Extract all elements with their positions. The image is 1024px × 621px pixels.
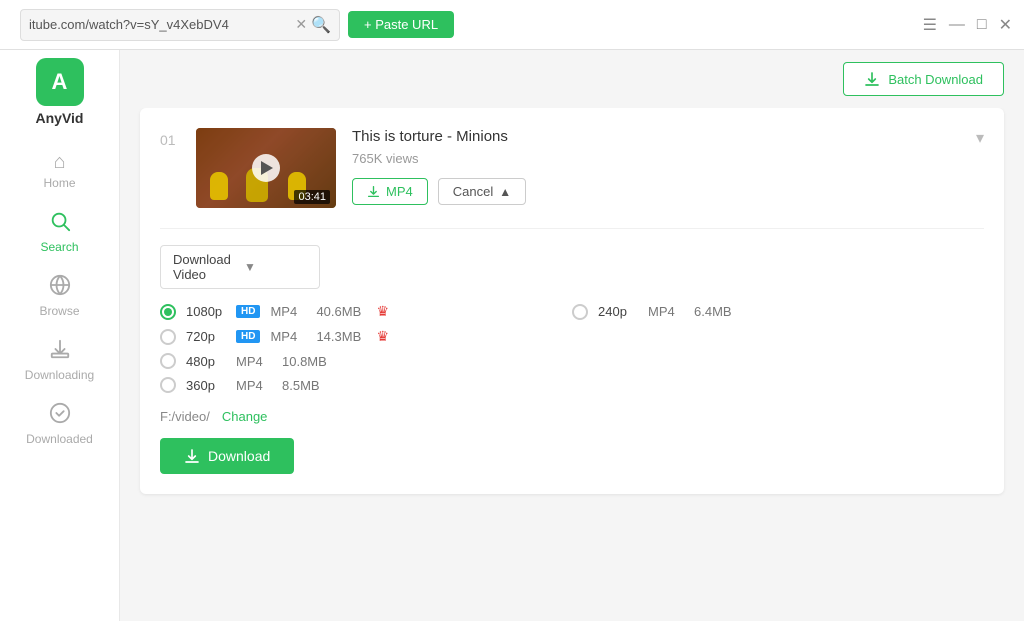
- quality-size-240p: 6.4MB: [694, 304, 744, 319]
- dropdown-arrow-icon: ▼: [244, 260, 307, 274]
- hd-badge-720p: HD: [236, 330, 260, 343]
- content-area: 01 03: [120, 108, 1024, 621]
- video-views: 765K views: [352, 151, 960, 166]
- downloaded-label: Downloaded: [26, 432, 93, 446]
- quality-format-240p: MP4: [648, 304, 684, 319]
- quality-size-480p: 10.8MB: [282, 354, 332, 369]
- logo-area: A AnyVid: [36, 58, 84, 126]
- quality-grid: 1080p HD MP4 40.6MB ♛ 240p MP4 6.4MB: [160, 303, 984, 393]
- search-url-icon[interactable]: 🔍: [311, 15, 331, 35]
- sidebar-item-browse[interactable]: Browse: [0, 264, 119, 328]
- paste-url-button[interactable]: + Paste URL: [348, 11, 454, 38]
- download-btn-icon: [184, 448, 200, 464]
- quality-row-360p[interactable]: 360p MP4 8.5MB: [160, 377, 572, 393]
- maximize-icon[interactable]: □: [977, 16, 987, 34]
- url-text: itube.com/watch?v=sY_v4XebDV4: [29, 17, 291, 32]
- save-path-text: F:/video/: [160, 409, 210, 424]
- logo-letter: A: [52, 69, 68, 95]
- quality-row-1080p[interactable]: 1080p HD MP4 40.6MB ♛: [160, 303, 572, 320]
- cancel-label: Cancel: [453, 184, 493, 199]
- quality-row-720p[interactable]: 720p HD MP4 14.3MB ♛: [160, 328, 572, 345]
- sidebar: A AnyVid ⌂ Home Search B: [0, 50, 120, 621]
- sidebar-item-downloaded[interactable]: Downloaded: [0, 392, 119, 456]
- url-bar[interactable]: itube.com/watch?v=sY_v4XebDV4 ✕ 🔍: [20, 9, 340, 41]
- radio-1080p[interactable]: [160, 304, 176, 320]
- download-small-icon: [367, 185, 380, 198]
- card-chevron-icon[interactable]: ▾: [976, 128, 984, 148]
- video-info: This is torture - Minions 765K views MP4…: [352, 128, 960, 205]
- radio-inner-1080p: [164, 308, 172, 316]
- batch-download-button[interactable]: Batch Download: [843, 62, 1004, 96]
- browse-icon: [49, 274, 71, 300]
- downloading-icon: [49, 338, 71, 364]
- radio-720p[interactable]: [160, 329, 176, 345]
- quality-size-1080p: 40.6MB: [316, 304, 366, 319]
- save-path-row: F:/video/ Change: [160, 409, 984, 424]
- downloading-label: Downloading: [25, 368, 94, 382]
- video-duration: 03:41: [294, 190, 330, 204]
- download-options: Download Video ▼ 1080p HD MP4 40.6MB: [160, 228, 984, 474]
- app-logo: A: [36, 58, 84, 106]
- minimize-icon[interactable]: —: [949, 16, 965, 34]
- quality-size-360p: 8.5MB: [282, 378, 332, 393]
- clear-url-icon[interactable]: ✕: [291, 16, 311, 33]
- quality-row-480p[interactable]: 480p MP4 10.8MB: [160, 353, 572, 369]
- quality-format-720p: MP4: [270, 329, 306, 344]
- video-number: 01: [160, 132, 180, 148]
- chevron-up-icon: ▲: [499, 185, 511, 199]
- video-actions: MP4 Cancel ▲: [352, 178, 960, 205]
- play-triangle-icon: [261, 161, 273, 175]
- quality-label-1080p: 1080p: [186, 304, 226, 319]
- video-thumbnail: 03:41: [196, 128, 336, 208]
- cancel-button[interactable]: Cancel ▲: [438, 178, 526, 205]
- video-title: This is torture - Minions: [352, 128, 960, 145]
- radio-240p[interactable]: [572, 304, 588, 320]
- mp4-label: MP4: [386, 184, 413, 199]
- home-label: Home: [43, 176, 75, 190]
- download-btn-label: Download: [208, 448, 270, 464]
- batch-download-icon: [864, 71, 880, 87]
- download-type-dropdown[interactable]: Download Video ▼: [160, 245, 320, 289]
- download-button[interactable]: Download: [160, 438, 294, 474]
- quality-row-240p[interactable]: 240p MP4 6.4MB: [572, 303, 984, 320]
- top-bar: Batch Download: [120, 50, 1024, 108]
- sidebar-item-downloading[interactable]: Downloading: [0, 328, 119, 392]
- quality-format-360p: MP4: [236, 378, 272, 393]
- quality-label-360p: 360p: [186, 378, 226, 393]
- hd-badge-1080p: HD: [236, 305, 260, 318]
- quality-label-240p: 240p: [598, 304, 638, 319]
- change-path-link[interactable]: Change: [222, 409, 268, 424]
- quality-format-480p: MP4: [236, 354, 272, 369]
- crown-icon-1080p: ♛: [376, 303, 389, 320]
- quality-label-720p: 720p: [186, 329, 226, 344]
- sidebar-item-home[interactable]: ⌂ Home: [0, 142, 119, 200]
- video-header: 01 03: [160, 128, 984, 208]
- app-name: AnyVid: [36, 110, 84, 126]
- crown-icon-720p: ♛: [376, 328, 389, 345]
- dropdown-selected-label: Download Video: [173, 252, 236, 282]
- video-card: 01 03: [140, 108, 1004, 494]
- close-icon[interactable]: ✕: [999, 15, 1012, 35]
- menu-icon[interactable]: ☰: [923, 15, 937, 35]
- downloaded-icon: [49, 402, 71, 428]
- window-controls: ☰ — □ ✕: [923, 15, 1012, 35]
- browse-label: Browse: [39, 304, 79, 318]
- mp4-download-button[interactable]: MP4: [352, 178, 428, 205]
- title-bar: itube.com/watch?v=sY_v4XebDV4 ✕ 🔍 + Past…: [0, 0, 1024, 50]
- radio-360p[interactable]: [160, 377, 176, 393]
- search-icon: [49, 210, 71, 236]
- search-label: Search: [40, 240, 78, 254]
- home-icon: ⌂: [53, 152, 65, 172]
- quality-label-480p: 480p: [186, 354, 226, 369]
- radio-480p[interactable]: [160, 353, 176, 369]
- batch-download-label: Batch Download: [888, 72, 983, 87]
- play-button[interactable]: [252, 154, 280, 182]
- quality-size-720p: 14.3MB: [316, 329, 366, 344]
- quality-format-1080p: MP4: [270, 304, 306, 319]
- main-content: Batch Download 01: [120, 50, 1024, 621]
- sidebar-item-search[interactable]: Search: [0, 200, 119, 264]
